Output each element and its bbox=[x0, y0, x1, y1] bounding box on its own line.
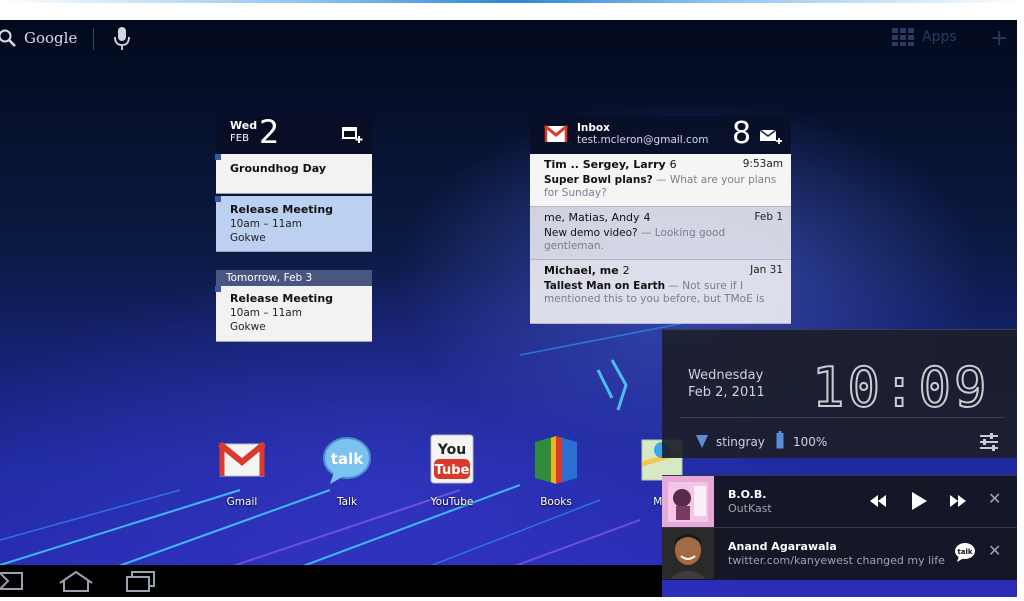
clock-divider bbox=[680, 417, 1005, 418]
next-track-icon[interactable] bbox=[946, 491, 970, 511]
play-icon[interactable] bbox=[906, 491, 930, 511]
add-icon[interactable]: + bbox=[990, 28, 1008, 50]
apps-label: Apps bbox=[922, 29, 957, 45]
youtube-icon: You Tube bbox=[430, 434, 474, 484]
clock-widget[interactable]: Wednesday Feb 2, 2011 10:09 stingray 100… bbox=[662, 329, 1017, 458]
email-sender: me, Matias, Andy 4 bbox=[544, 211, 651, 224]
new-event-icon[interactable] bbox=[342, 124, 364, 144]
calendar-month: FEB bbox=[230, 133, 249, 144]
app-youtube[interactable]: You Tube YouTube bbox=[417, 434, 487, 508]
clock-time: 10:09 bbox=[811, 355, 990, 420]
previous-track-icon[interactable] bbox=[866, 491, 890, 511]
apps-grid-icon bbox=[892, 28, 914, 46]
email-date: Feb 1 bbox=[754, 211, 783, 223]
recent-apps-icon[interactable] bbox=[124, 569, 158, 593]
event-time: 10am – 11am bbox=[230, 307, 302, 319]
email-subject: New demo video? — Looking good gentleman… bbox=[544, 227, 726, 252]
clock-weekday: Wednesday bbox=[688, 368, 764, 383]
event-location: Gokwe bbox=[230, 321, 266, 333]
svg-text:talk: talk bbox=[957, 548, 972, 556]
close-icon[interactable]: ✕ bbox=[988, 543, 1001, 559]
app-books[interactable]: Books bbox=[521, 434, 591, 508]
svg-text:Tube: Tube bbox=[435, 463, 470, 478]
calendar-weekday: Wed bbox=[230, 119, 258, 132]
network-name: stingray bbox=[716, 435, 765, 449]
talk-status-icon: talk bbox=[955, 543, 975, 562]
chat-message: twitter.com/kanyewest changed my life bbox=[728, 554, 945, 567]
gmail-header: Inbox test.mcleron@gmail.com 8 bbox=[530, 116, 791, 154]
contact-avatar bbox=[662, 528, 714, 579]
app-talk[interactable]: talk Talk bbox=[312, 434, 382, 508]
back-icon[interactable] bbox=[0, 569, 26, 593]
system-navigation-bar bbox=[0, 565, 662, 597]
gmail-logo-icon bbox=[544, 124, 568, 142]
thread-count: 6 bbox=[669, 158, 677, 171]
wifi-icon bbox=[696, 435, 708, 448]
home-icon[interactable] bbox=[58, 569, 94, 593]
talk-icon: talk bbox=[323, 437, 371, 484]
top-accent-line bbox=[0, 0, 1024, 3]
gmail-icon bbox=[218, 441, 266, 477]
email-row[interactable]: Michael, me 2 Jan 31 Tallest Man on Earth… bbox=[530, 260, 791, 324]
calendar-day-divider: Tomorrow, Feb 3 bbox=[216, 270, 372, 286]
event-marker bbox=[215, 154, 221, 160]
thread-count: 4 bbox=[643, 211, 651, 224]
app-label: Talk bbox=[336, 496, 358, 508]
track-title: B.O.B. bbox=[728, 488, 767, 501]
track-artist: OutKast bbox=[728, 502, 772, 515]
microphone-icon[interactable] bbox=[112, 26, 132, 52]
email-sender: Michael, me 2 bbox=[544, 264, 630, 277]
close-icon[interactable]: ✕ bbox=[988, 491, 1001, 507]
event-title: Release Meeting bbox=[230, 203, 334, 216]
books-icon bbox=[535, 436, 577, 484]
search-separator bbox=[93, 28, 94, 50]
apps-button[interactable]: Apps bbox=[892, 28, 957, 50]
email-sender: Tim .. Sergey, Larry 6 bbox=[544, 158, 677, 171]
svg-text:talk: talk bbox=[331, 450, 364, 468]
calendar-event[interactable]: Release Meeting 10am – 11am Gokwe bbox=[215, 286, 372, 342]
search-icon[interactable] bbox=[0, 28, 18, 48]
email-subject: Tallest Man on Earth — Not sure if I men… bbox=[544, 280, 765, 305]
app-gmail[interactable]: Gmail bbox=[207, 434, 277, 508]
email-date: Jan 31 bbox=[750, 264, 783, 276]
event-title: Release Meeting bbox=[230, 292, 334, 305]
event-time: 10am – 11am bbox=[230, 218, 302, 230]
home-screen: Google Apps + Wed FEB 2 Groundhog Day Re… bbox=[0, 20, 1017, 597]
calendar-date: 2 bbox=[259, 113, 280, 151]
album-art bbox=[662, 476, 714, 527]
svg-text:You: You bbox=[437, 442, 466, 458]
email-subject: Super Bowl plans? — What are your plans … bbox=[544, 174, 777, 199]
gmail-account: test.mcleron@gmail.com bbox=[577, 134, 709, 146]
thread-count: 2 bbox=[622, 264, 630, 277]
calendar-widget[interactable]: Wed FEB 2 Groundhog Day Release Meeting … bbox=[215, 113, 372, 342]
event-title: Groundhog Day bbox=[230, 162, 327, 175]
app-label: YouTube bbox=[430, 496, 474, 508]
clock-date: Feb 2, 2011 bbox=[688, 385, 765, 400]
event-marker bbox=[215, 196, 221, 202]
app-label: Books bbox=[540, 496, 572, 508]
compose-icon[interactable] bbox=[759, 127, 783, 145]
gmail-widget[interactable]: Inbox test.mcleron@gmail.com 8 Tim .. Se… bbox=[530, 116, 791, 326]
email-row[interactable]: Tim .. Sergey, Larry 6 9:53am Super Bowl … bbox=[530, 154, 791, 207]
email-date: 9:53am bbox=[742, 158, 783, 170]
event-marker bbox=[215, 286, 221, 292]
talk-notification[interactable]: Anand Agarawala twitter.com/kanyewest ch… bbox=[662, 527, 1017, 580]
settings-sliders-icon[interactable] bbox=[978, 431, 1000, 453]
battery-icon bbox=[776, 431, 784, 449]
calendar-header: Wed FEB 2 bbox=[216, 113, 372, 154]
event-location: Gokwe bbox=[230, 232, 266, 244]
app-label: Gmail bbox=[226, 496, 258, 508]
calendar-event[interactable]: Groundhog Day bbox=[215, 154, 372, 194]
battery-level: 100% bbox=[793, 435, 828, 449]
gmail-unread-count: 8 bbox=[732, 116, 752, 151]
email-row[interactable]: me, Matias, Andy 4 Feb 1 New demo video? … bbox=[530, 207, 791, 260]
calendar-event[interactable]: Release Meeting 10am – 11am Gokwe bbox=[215, 196, 372, 252]
gmail-inbox-title: Inbox bbox=[577, 122, 610, 134]
music-notification[interactable]: B.O.B. OutKast ✕ bbox=[662, 475, 1017, 527]
contact-name: Anand Agarawala bbox=[728, 540, 837, 553]
google-search-label[interactable]: Google bbox=[24, 29, 77, 47]
